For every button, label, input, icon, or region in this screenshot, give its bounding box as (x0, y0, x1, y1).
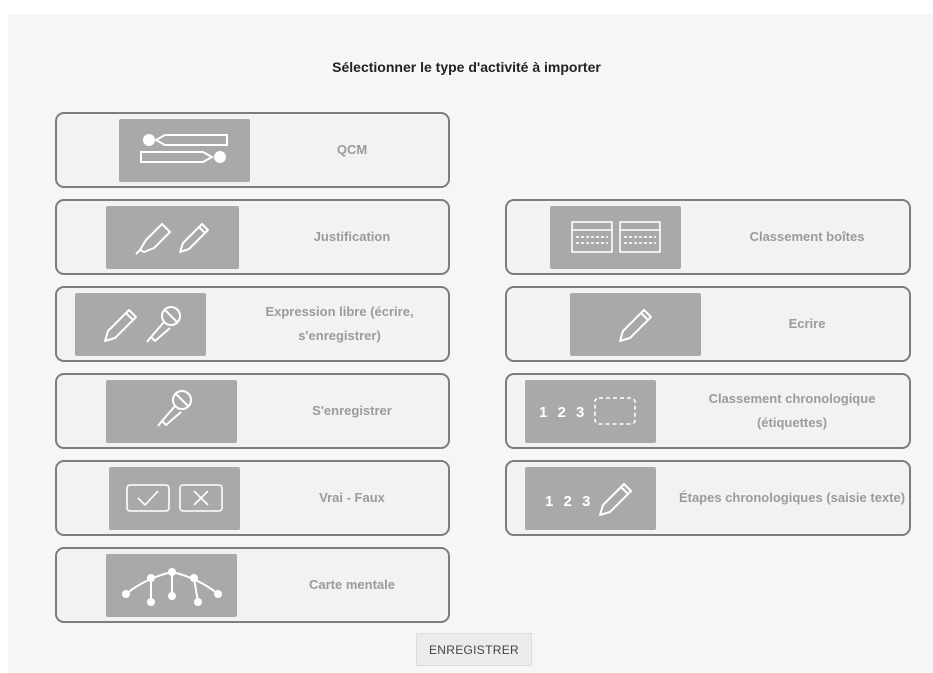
pencil-highlighter-icon (106, 206, 239, 269)
activity-label: Carte mentale (309, 577, 395, 592)
activity-label: Justification (313, 229, 391, 244)
activity-label: Ecrire (788, 316, 826, 331)
numbered-pencil-icon: 1 2 3 (525, 467, 656, 530)
pencil-microphone-icon (75, 293, 206, 356)
activity-label: S'enregistrer (312, 403, 392, 418)
numbered-tags-icon: 1 2 3 (525, 380, 656, 443)
activity-label: Classement boîtes (749, 229, 865, 244)
activity-label: Expression libre (écrire, s'enregistrer) (265, 304, 414, 343)
activity-label: QCM (336, 142, 368, 157)
activity-label: Vrai - Faux (319, 490, 385, 505)
icon-number-text: 1 2 3 (539, 404, 587, 421)
true-false-icon (109, 467, 240, 530)
activity-card-classement-chrono[interactable]: 1 2 3 Classement chronologique (étiquett… (505, 373, 911, 449)
activity-card-etapes-chrono[interactable]: 1 2 3 Étapes chronologiques (saisie text… (505, 460, 911, 536)
activity-card-vrai-faux[interactable]: Vrai - Faux (55, 460, 450, 536)
activity-card-qcm[interactable]: QCM (55, 112, 450, 188)
activity-card-classement-boites[interactable]: Classement boîtes (505, 199, 911, 275)
activity-card-enregistrer[interactable]: S'enregistrer (55, 373, 450, 449)
pencil-icon (570, 293, 701, 356)
multiple-choice-icon (119, 119, 250, 182)
mind-map-icon (106, 554, 237, 617)
page-title: Sélectionner le type d'activité à import… (332, 59, 601, 75)
activity-card-carte-mentale[interactable]: Carte mentale (55, 547, 450, 623)
activity-label: Classement chronologique (étiquettes) (708, 391, 876, 430)
microphone-icon (106, 380, 237, 443)
activity-card-justification[interactable]: Justification (55, 199, 450, 275)
activity-card-expression-libre[interactable]: Expression libre (écrire, s'enregistrer) (55, 286, 450, 362)
activity-card-ecrire[interactable]: Ecrire (505, 286, 911, 362)
activity-label: Étapes chronologiques (saisie texte) (678, 490, 906, 505)
icon-number-text: 1 2 3 (545, 493, 593, 510)
boxes-sort-icon (550, 206, 681, 269)
save-button[interactable]: ENREGISTRER (416, 633, 532, 666)
